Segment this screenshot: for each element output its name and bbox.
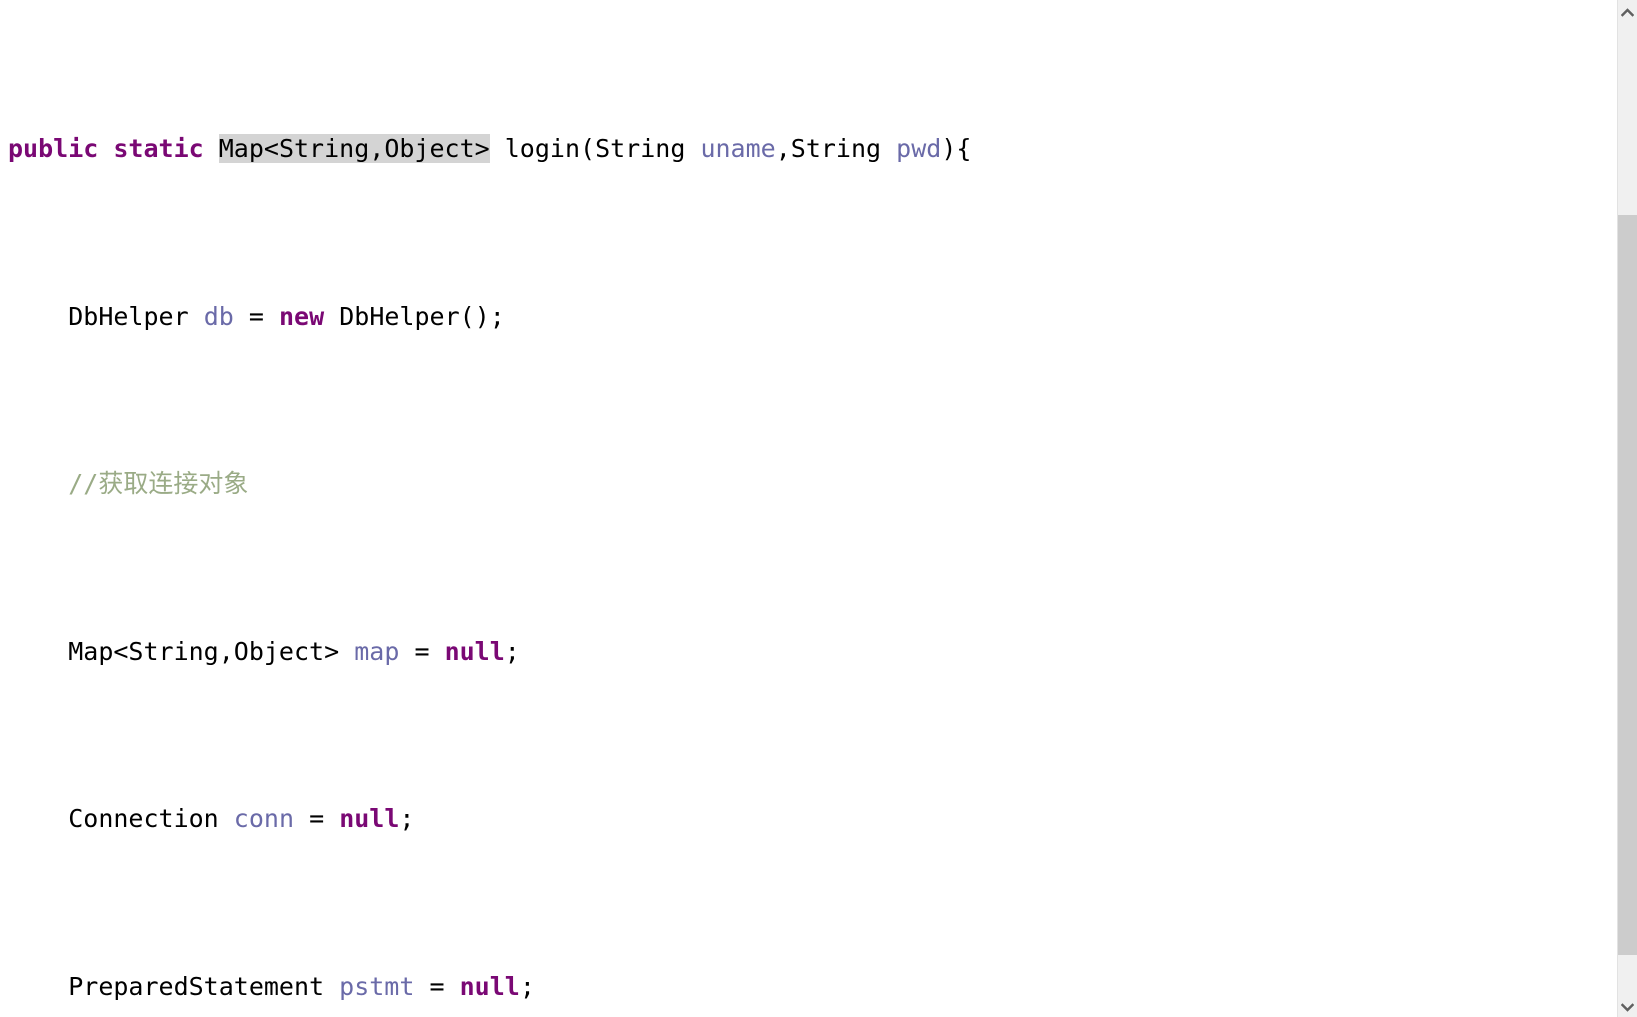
scrollbar-thumb[interactable] — [1618, 215, 1637, 955]
keyword-public: public — [8, 134, 99, 163]
param-uname: uname — [700, 134, 776, 163]
method-name-login: login — [504, 134, 581, 163]
keyword-null: null — [459, 971, 520, 1001]
code-line-3[interactable]: //获取连接对象 — [0, 467, 1617, 501]
highlighted-type-map[interactable]: Map<String,Object> — [218, 134, 490, 163]
param-pwd: pwd — [896, 134, 942, 163]
keyword-null: null — [444, 636, 505, 666]
type-dbhelper: DbHelper — [68, 301, 189, 331]
code-line-2[interactable]: DbHelper db = new DbHelper(); — [0, 300, 1617, 334]
paren-close: ) — [941, 134, 957, 163]
semicolon: ; — [519, 971, 535, 1001]
semicolon: ; — [399, 804, 415, 833]
call-tail: (); — [459, 301, 505, 331]
code-line-6[interactable]: PreparedStatement pstmt = null; — [0, 970, 1617, 1004]
code-line-4[interactable]: Map<String,Object> map = null; — [0, 635, 1617, 669]
semicolon: ; — [504, 636, 520, 666]
type-map: Map<String,Object> — [68, 636, 340, 666]
code-editor[interactable]: public static Map<String,Object> login(S… — [0, 0, 1637, 1017]
chevron-down-icon[interactable] — [1618, 998, 1637, 1016]
comma: , — [775, 134, 791, 163]
brace-open: { — [956, 134, 972, 163]
comment-line: //获取连接对象 — [68, 469, 249, 498]
code-line-1[interactable]: public static Map<String,Object> login(S… — [0, 132, 1617, 166]
variable-pstmt: pstmt — [339, 971, 415, 1001]
paren-open: ( — [580, 134, 596, 163]
variable-map: map — [354, 636, 400, 666]
constructor-dbhelper: DbHelper — [339, 301, 460, 331]
type-string: String — [790, 134, 882, 163]
type-string: String — [595, 134, 686, 163]
code-text-area[interactable]: public static Map<String,Object> login(S… — [0, 0, 1617, 1017]
keyword-null: null — [339, 804, 400, 833]
code-line-5[interactable]: Connection conn = null; — [0, 802, 1617, 836]
type-preparedstatement: PreparedStatement — [68, 971, 325, 1001]
variable-db: db — [203, 301, 234, 331]
scrollbar-track-above-thumb[interactable] — [1618, 21, 1637, 215]
operator-assign: = — [309, 804, 325, 833]
vertical-scrollbar[interactable] — [1617, 0, 1637, 1017]
operator-assign: = — [414, 636, 430, 666]
keyword-static: static — [113, 134, 204, 163]
code-lines: public static Map<String,Object> login(S… — [0, 0, 1617, 1017]
type-connection: Connection — [68, 804, 219, 833]
keyword-new: new — [279, 301, 325, 331]
chevron-up-icon[interactable] — [1618, 3, 1637, 21]
operator-assign: = — [248, 301, 264, 331]
operator-assign: = — [429, 971, 445, 1001]
variable-conn: conn — [233, 804, 295, 833]
